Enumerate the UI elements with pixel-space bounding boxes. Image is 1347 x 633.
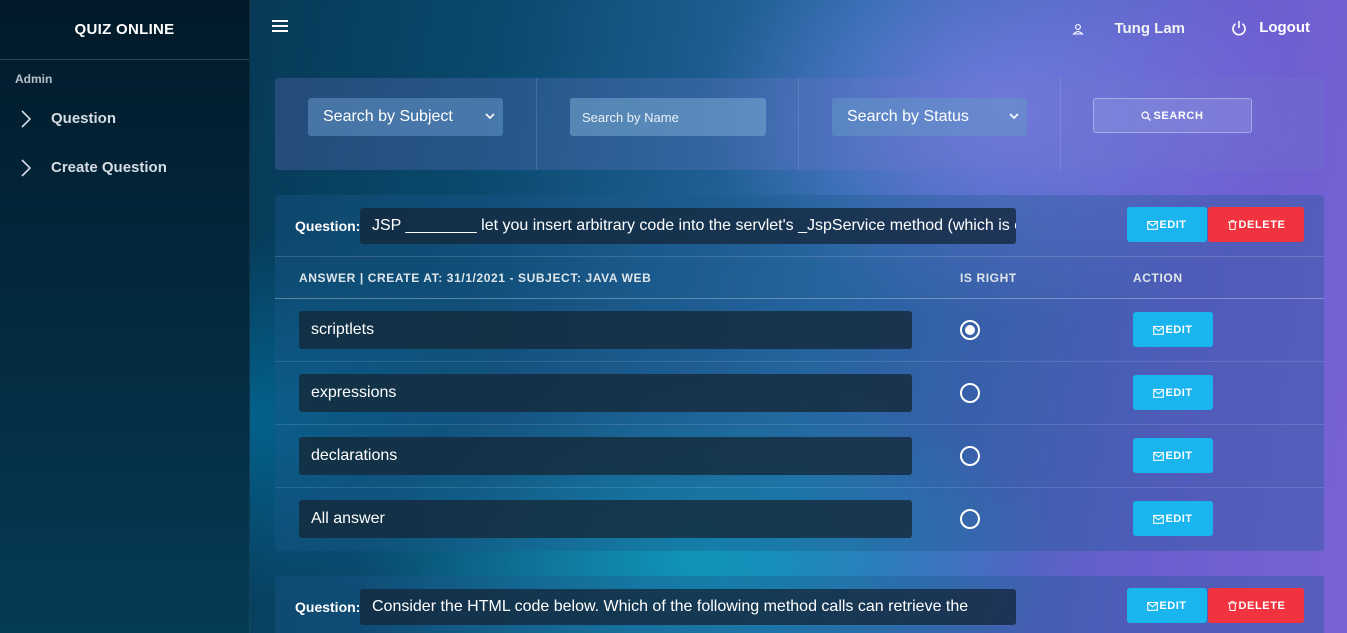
col-is-right-header: IS RIGHT — [960, 271, 1017, 285]
edit-label: EDIT — [1159, 218, 1187, 231]
user-icon — [1072, 23, 1085, 35]
user-menu[interactable]: Tung Lam — [1072, 20, 1185, 37]
edit-label: EDIT — [1165, 512, 1193, 525]
is-right-radio[interactable] — [960, 446, 980, 466]
edit-answer-button[interactable]: EDIT — [1133, 501, 1213, 536]
sidebar-item-create-question[interactable]: Create Question — [0, 143, 249, 192]
sidebar-item-question[interactable]: Question — [0, 94, 249, 143]
name-search-input[interactable]: Search by Name — [570, 98, 766, 136]
dropdown-arrow-icon — [1009, 113, 1019, 120]
edit-label: EDIT — [1165, 449, 1193, 462]
edit-icon — [1153, 325, 1165, 335]
col-answer-header: ANSWER | CREATE AT: 31/1/2021 - SUBJECT:… — [299, 271, 652, 285]
top-bar: Tung Lam Logout — [250, 0, 1347, 60]
sidebar-item-label: Question — [51, 110, 117, 127]
question-label: Question: — [295, 218, 361, 234]
answer-row: declarations EDIT — [275, 425, 1324, 488]
edit-answer-button[interactable]: EDIT — [1133, 375, 1213, 410]
sidebar-section-admin: Admin — [15, 72, 53, 86]
filter-panel: Search by Subject Search by Name Search … — [275, 78, 1324, 170]
answer-text[interactable]: expressions — [299, 374, 912, 412]
question-card: Question: Consider the HTML code below. … — [275, 576, 1324, 633]
delete-question-button[interactable]: DELETE — [1208, 588, 1304, 623]
edit-label: EDIT — [1159, 599, 1187, 612]
hamburger-icon[interactable] — [272, 20, 288, 34]
sidebar-item-label: Create Question — [51, 159, 167, 176]
search-icon — [1141, 110, 1152, 121]
is-right-radio[interactable] — [960, 383, 980, 403]
answer-row: expressions EDIT — [275, 362, 1324, 425]
edit-icon — [1153, 388, 1165, 398]
answer-text[interactable]: All answer — [299, 500, 912, 538]
edit-label: EDIT — [1165, 323, 1193, 336]
subject-select-value: Search by Subject — [323, 108, 453, 125]
edit-icon — [1147, 220, 1159, 230]
delete-label: DELETE — [1238, 599, 1286, 612]
edit-answer-button[interactable]: EDIT — [1133, 438, 1213, 473]
logout-label: Logout — [1259, 19, 1310, 36]
question-card: Question: JSP ________ let you insert ar… — [275, 195, 1324, 551]
dropdown-arrow-icon — [485, 113, 495, 120]
status-select[interactable]: Search by Status — [832, 98, 1027, 136]
is-right-radio[interactable] — [960, 320, 980, 340]
answer-row: All answer EDIT — [275, 488, 1324, 551]
power-icon — [1232, 20, 1246, 35]
edit-answer-button[interactable]: EDIT — [1133, 312, 1213, 347]
edit-question-button[interactable]: EDIT — [1127, 207, 1207, 242]
edit-icon — [1153, 514, 1165, 524]
subject-select[interactable]: Search by Subject — [308, 98, 503, 136]
search-button-label: SEARCH — [1153, 109, 1204, 122]
answers-table-header: ANSWER | CREATE AT: 31/1/2021 - SUBJECT:… — [275, 257, 1324, 299]
delete-label: DELETE — [1238, 218, 1286, 231]
edit-question-button[interactable]: EDIT — [1127, 588, 1207, 623]
edit-icon — [1153, 451, 1165, 461]
col-action-header: ACTION — [1133, 271, 1183, 285]
chevron-right-icon — [20, 109, 40, 128]
brand-title[interactable]: QUIZ ONLINE — [0, 0, 249, 60]
trash-icon — [1227, 219, 1237, 230]
question-text[interactable]: JSP ________ let you insert arbitrary co… — [360, 208, 1016, 244]
user-name: Tung Lam — [1114, 20, 1185, 37]
question-text[interactable]: Consider the HTML code below. Which of t… — [360, 589, 1016, 625]
is-right-radio[interactable] — [960, 509, 980, 529]
question-label: Question: — [295, 599, 361, 615]
search-button[interactable]: SEARCH — [1093, 98, 1252, 133]
logout-button[interactable]: Logout — [1231, 19, 1310, 36]
edit-label: EDIT — [1165, 386, 1193, 399]
answer-text[interactable]: scriptlets — [299, 311, 912, 349]
status-select-value: Search by Status — [847, 108, 969, 125]
name-search-placeholder: Search by Name — [582, 109, 679, 125]
sidebar: QUIZ ONLINE Admin Question Create Questi… — [0, 0, 250, 633]
trash-icon — [1227, 600, 1237, 611]
answer-text[interactable]: declarations — [299, 437, 912, 475]
chevron-right-icon — [20, 158, 40, 177]
edit-icon — [1147, 601, 1159, 611]
delete-question-button[interactable]: DELETE — [1208, 207, 1304, 242]
answer-row: scriptlets EDIT — [275, 299, 1324, 362]
